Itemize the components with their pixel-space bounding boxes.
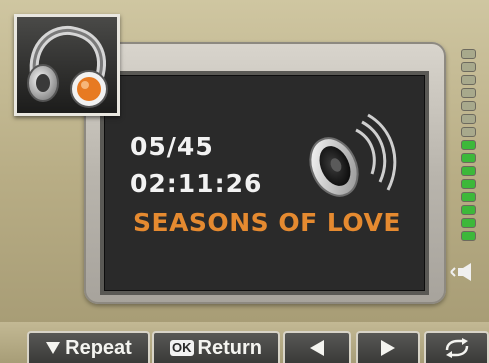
previous-button[interactable] bbox=[283, 331, 351, 363]
ok-badge: OK bbox=[170, 340, 194, 356]
repeat-cycle-icon bbox=[445, 338, 468, 358]
volume-segment bbox=[461, 88, 476, 98]
elapsed-time: 02:11:26 bbox=[130, 169, 263, 198]
volume-segment bbox=[461, 231, 476, 241]
triangle-right-icon bbox=[381, 340, 395, 356]
volume-segment bbox=[461, 205, 476, 215]
volume-segment bbox=[461, 218, 476, 228]
headphones-icon bbox=[27, 25, 108, 108]
speaker-sound-icon bbox=[309, 113, 397, 197]
volume-segment bbox=[461, 166, 476, 176]
volume-segment bbox=[461, 75, 476, 85]
volume-segment bbox=[461, 62, 476, 72]
triangle-down-icon bbox=[46, 342, 61, 354]
next-button[interactable] bbox=[356, 331, 420, 363]
repeat-label: Repeat bbox=[65, 336, 132, 359]
repeat-mode-button[interactable] bbox=[424, 331, 489, 363]
volume-segment bbox=[461, 140, 476, 150]
volume-speaker-icon bbox=[450, 263, 471, 281]
ok-return-button[interactable]: OK Return bbox=[152, 331, 280, 363]
music-mode-button[interactable] bbox=[14, 14, 120, 116]
volume-segment bbox=[461, 49, 476, 59]
volume-segment bbox=[461, 179, 476, 189]
volume-segment bbox=[461, 192, 476, 202]
track-title: SEASONS OF LOVE bbox=[133, 208, 401, 237]
return-label: Return bbox=[197, 336, 262, 359]
volume-level-meter[interactable] bbox=[461, 49, 477, 241]
track-counter: 05/45 bbox=[130, 132, 214, 161]
volume-segment bbox=[461, 101, 476, 111]
triangle-left-icon bbox=[310, 340, 324, 356]
volume-segment bbox=[461, 153, 476, 163]
volume-segment bbox=[461, 114, 476, 124]
repeat-button[interactable]: Repeat bbox=[27, 331, 150, 363]
volume-segment bbox=[461, 127, 476, 137]
